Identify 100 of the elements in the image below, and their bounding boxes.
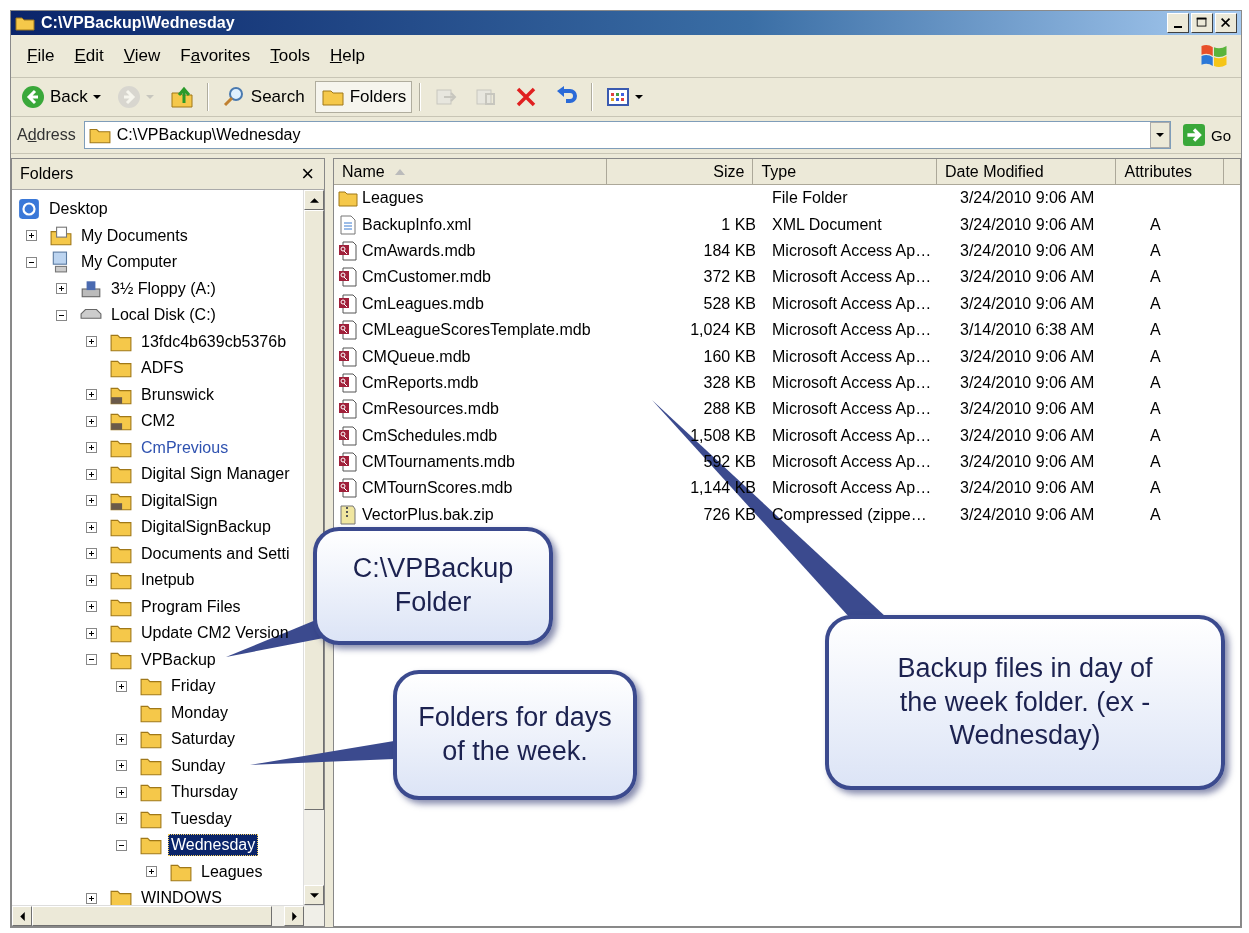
tree-item[interactable]: Wednesday bbox=[168, 834, 259, 857]
horizontal-scrollbar[interactable] bbox=[12, 905, 324, 926]
file-name[interactable]: CMLeagueScoresTemplate.mdb bbox=[362, 321, 591, 340]
file-name[interactable]: CmCustomer.mdb bbox=[362, 268, 491, 287]
tree-item[interactable]: 3½ Floppy (A:) bbox=[108, 277, 219, 300]
scroll-down-button[interactable] bbox=[304, 885, 324, 905]
tree-item[interactable]: ADFS bbox=[138, 357, 187, 380]
file-name[interactable]: CmSchedules.mdb bbox=[362, 426, 498, 445]
tree-item[interactable]: VPBackup bbox=[138, 648, 219, 671]
tree-item[interactable]: Leagues bbox=[198, 860, 266, 883]
menu-item[interactable]: Help bbox=[319, 46, 375, 66]
tree-item[interactable]: Saturday bbox=[168, 728, 239, 751]
table-cell: 3/14/2010 6:38 AM bbox=[960, 321, 1095, 340]
expand-icon[interactable] bbox=[86, 574, 97, 586]
expand-icon[interactable] bbox=[26, 230, 37, 242]
tree-item[interactable]: WINDOWS bbox=[138, 887, 225, 905]
table-cell: A bbox=[1150, 373, 1161, 392]
pane-title: Folders bbox=[20, 165, 74, 183]
menu-item[interactable]: Edit bbox=[64, 46, 114, 66]
file-name[interactable]: CMTournaments.mdb bbox=[362, 453, 515, 472]
expand-icon[interactable] bbox=[86, 601, 97, 613]
column-header[interactable]: Type bbox=[753, 159, 937, 185]
back-button[interactable]: Back bbox=[15, 81, 107, 113]
vertical-scrollbar[interactable] bbox=[303, 190, 324, 905]
column-header[interactable]: Name bbox=[334, 159, 607, 185]
collapse-icon[interactable] bbox=[56, 309, 67, 321]
tree-item[interactable]: My Computer bbox=[78, 251, 181, 274]
collapse-icon[interactable] bbox=[26, 256, 37, 268]
tree-item[interactable]: DigitalSignBackup bbox=[138, 516, 274, 539]
folders-button[interactable]: Folders bbox=[314, 81, 413, 113]
tree-item[interactable]: CmPrevious bbox=[138, 436, 232, 459]
search-button[interactable]: Search bbox=[215, 81, 311, 113]
scroll-left-button[interactable] bbox=[12, 906, 32, 926]
tree-item[interactable]: Local Disk (C:) bbox=[108, 304, 219, 327]
address-field[interactable]: C:\VPBackup\Wednesday bbox=[83, 121, 1171, 149]
tree-item[interactable]: 13fdc4b639cb5376b bbox=[138, 330, 290, 353]
expand-icon[interactable] bbox=[116, 680, 127, 692]
expand-icon[interactable] bbox=[116, 760, 127, 772]
scroll-thumb[interactable] bbox=[32, 906, 272, 926]
minimize-button[interactable] bbox=[1167, 13, 1189, 33]
tree-item[interactable]: DigitalSign bbox=[138, 489, 221, 512]
scroll-up-button[interactable] bbox=[304, 190, 324, 210]
file-name[interactable]: CmAwards.mdb bbox=[362, 241, 476, 260]
close-button[interactable] bbox=[1215, 13, 1237, 33]
file-name[interactable]: VectorPlus.bak.zip bbox=[362, 505, 494, 524]
table-cell: 328 KB bbox=[703, 373, 756, 392]
table-cell: A bbox=[1150, 268, 1161, 287]
expand-icon[interactable] bbox=[116, 733, 127, 745]
file-name[interactable]: BackupInfo.xml bbox=[362, 215, 472, 234]
expand-icon[interactable] bbox=[86, 495, 97, 507]
collapse-icon[interactable] bbox=[116, 839, 127, 851]
expand-icon[interactable] bbox=[56, 283, 67, 295]
expand-icon[interactable] bbox=[86, 627, 97, 639]
go-button[interactable]: Go bbox=[1177, 124, 1237, 146]
tree-item[interactable]: Brunswick bbox=[138, 383, 217, 406]
expand-icon[interactable] bbox=[86, 548, 97, 560]
collapse-icon[interactable] bbox=[86, 654, 97, 666]
file-name[interactable]: CMTournScores.mdb bbox=[362, 479, 513, 498]
file-name[interactable]: CmResources.mdb bbox=[362, 400, 499, 419]
dropdown-button[interactable] bbox=[1150, 122, 1170, 148]
tree-item[interactable]: Documents and Setti bbox=[138, 542, 293, 565]
file-name[interactable]: Leagues bbox=[362, 189, 424, 208]
tree-item[interactable]: My Documents bbox=[78, 224, 191, 247]
menu-item[interactable]: File bbox=[17, 46, 65, 66]
menu-item[interactable]: Tools bbox=[260, 46, 320, 66]
column-header[interactable]: Size bbox=[607, 159, 754, 185]
expand-icon[interactable] bbox=[116, 813, 127, 825]
expand-icon[interactable] bbox=[86, 892, 97, 904]
key-document-icon bbox=[338, 320, 358, 341]
tree-item[interactable]: Inetpub bbox=[138, 569, 198, 592]
tree-item[interactable]: Monday bbox=[168, 701, 231, 724]
menu-item[interactable]: Favorites bbox=[170, 46, 261, 66]
scroll-right-button[interactable] bbox=[284, 906, 304, 926]
expand-icon[interactable] bbox=[86, 468, 97, 480]
file-name[interactable]: CmReports.mdb bbox=[362, 373, 479, 392]
maximize-button[interactable] bbox=[1191, 13, 1213, 33]
tree-item[interactable]: Digital Sign Manager bbox=[138, 463, 293, 486]
column-header[interactable]: Date Modified bbox=[936, 159, 1117, 185]
tree-item[interactable]: Friday bbox=[168, 675, 219, 698]
tree-item[interactable]: CM2 bbox=[138, 410, 178, 433]
tree-item[interactable]: Sunday bbox=[168, 754, 229, 777]
expand-icon[interactable] bbox=[86, 521, 97, 533]
tree-item[interactable]: Tuesday bbox=[168, 807, 235, 830]
table-cell: 1,508 KB bbox=[690, 426, 756, 445]
expand-icon[interactable] bbox=[86, 442, 97, 454]
tree-item[interactable]: Thursday bbox=[168, 781, 241, 804]
expand-icon[interactable] bbox=[86, 336, 97, 348]
expand-icon[interactable] bbox=[116, 786, 127, 798]
tree-item[interactable]: Desktop bbox=[46, 198, 111, 221]
expand-icon[interactable] bbox=[86, 389, 97, 401]
tree-item[interactable]: Update CM2 Version bbox=[138, 622, 292, 645]
file-name[interactable]: CmLeagues.mdb bbox=[362, 294, 484, 313]
expand-icon[interactable] bbox=[146, 866, 157, 878]
menu-item[interactable]: View bbox=[113, 46, 171, 66]
sort-arrow-icon bbox=[394, 168, 405, 175]
expand-icon[interactable] bbox=[86, 415, 97, 427]
column-header[interactable]: Attributes bbox=[1116, 159, 1224, 185]
close-button[interactable]: × bbox=[299, 163, 316, 185]
file-name[interactable]: CMQueue.mdb bbox=[362, 347, 471, 366]
tree-item[interactable]: Program Files bbox=[138, 595, 244, 618]
